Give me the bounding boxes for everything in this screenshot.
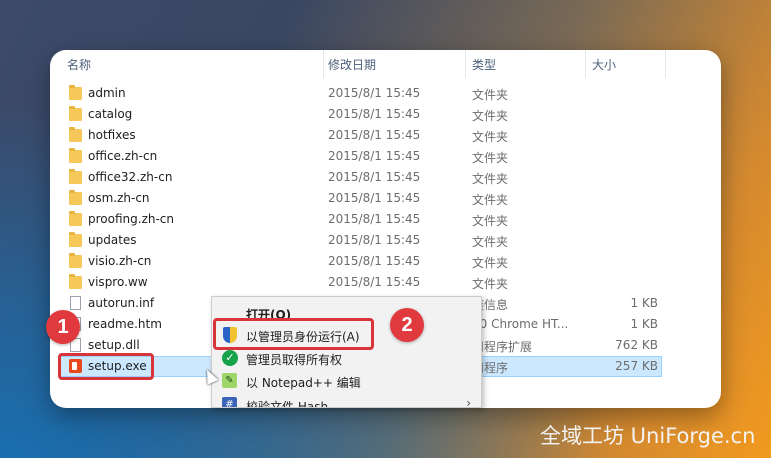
file-date: 2015/8/1 15:45 [328,212,421,226]
file-date: 2015/8/1 15:45 [328,128,421,142]
file-row[interactable]: catalog 2015/8/1 15:45 文件夹 [50,104,721,125]
file-date: 2015/8/1 15:45 [328,233,421,247]
folder-icon [69,148,82,163]
menu-item-edit-notepadpp[interactable]: ✎ 以 Notepad++ 编辑 [212,369,481,393]
file-name: osm.zh-cn [88,191,150,205]
file-type: 50 Chrome HT... [472,317,569,331]
file-row[interactable]: updates 2015/8/1 15:45 文件夹 [50,230,721,251]
file-row[interactable]: admin 2015/8/1 15:45 文件夹 [50,83,721,104]
file-name: readme.htm [88,317,162,331]
menu-item-hash[interactable]: # 校验文件 Hash › [212,393,481,408]
file-name: autorun.inf [88,296,155,310]
file-type: 文件夹 [472,109,509,123]
file-name: office.zh-cn [88,149,158,163]
file-name: hotfixes [88,128,136,142]
file-size: 1 KB [630,296,658,310]
file-date: 2015/8/1 15:45 [328,275,421,289]
column-header: ^ 名称 修改日期 类型 大小 [50,50,721,78]
file-row[interactable]: osm.zh-cn 2015/8/1 15:45 文件夹 [50,188,721,209]
folder-icon [69,232,82,247]
column-name[interactable]: 名称 [67,56,91,73]
file-row[interactable]: proofing.zh-cn 2015/8/1 15:45 文件夹 [50,209,721,230]
file-name: proofing.zh-cn [88,212,175,226]
file-type: 文件夹 [472,130,509,144]
watermark: 全域工坊 UniForge.cn [540,424,756,448]
menu-item-edit-notepadpp-label: 以 Notepad++ 编辑 [246,376,361,390]
file-type: 文件夹 [472,277,509,291]
chevron-right-icon: › [466,396,471,408]
column-size[interactable]: 大小 [592,56,616,73]
file-type: 文件夹 [472,151,509,165]
file-name: setup.dll [88,338,140,352]
hash-icon: # [222,397,237,407]
file-name: vispro.ww [88,275,148,289]
file-date: 2015/8/1 15:45 [328,191,421,205]
file-row[interactable]: office.zh-cn 2015/8/1 15:45 文件夹 [50,146,721,167]
menu-item-hash-label: 校验文件 Hash [246,400,329,408]
file-row[interactable]: hotfixes 2015/8/1 15:45 文件夹 [50,125,721,146]
file-size: 1 KB [630,317,658,331]
file-type: 文件夹 [472,88,509,102]
folder-icon [69,85,82,100]
highlight-setup-exe [58,353,154,380]
context-menu: 打开(O) 以管理员身份运行(A) ✓ 管理员取得所有权 ✎ 以 Notepad… [211,296,482,408]
file-name: catalog [88,107,133,121]
file-date: 2015/8/1 15:45 [328,86,421,100]
file-row[interactable]: office32.zh-cn 2015/8/1 15:45 文件夹 [50,167,721,188]
inf-file-icon [70,296,81,310]
folder-icon [69,253,82,268]
column-type[interactable]: 类型 [472,56,496,73]
file-size: 762 KB [615,338,658,352]
checkmark-shield-icon: ✓ [222,350,238,366]
file-row[interactable]: vispro.ww 2015/8/1 15:45 文件夹 [50,272,721,293]
folder-icon [69,169,82,184]
folder-icon [69,190,82,205]
menu-item-take-ownership-label: 管理员取得所有权 [246,353,343,367]
file-type: 文件夹 [472,256,509,270]
file-type: 文件夹 [472,172,509,186]
sort-ascending-icon: ^ [186,50,194,57]
file-date: 2015/8/1 15:45 [328,107,421,121]
file-type: 文件夹 [472,214,509,228]
file-size: 257 KB [615,359,658,373]
file-name: office32.zh-cn [88,170,173,184]
file-row[interactable]: visio.zh-cn 2015/8/1 15:45 文件夹 [50,251,721,272]
step-badge-2: 2 [390,308,424,342]
notepadpp-icon: ✎ [222,373,237,388]
file-name: updates [88,233,137,247]
file-name: visio.zh-cn [88,254,152,268]
column-modified[interactable]: 修改日期 [328,56,376,73]
file-date: 2015/8/1 15:45 [328,149,421,163]
folder-icon [69,127,82,142]
file-date: 2015/8/1 15:45 [328,254,421,268]
file-type: 文件夹 [472,193,509,207]
folder-icon [69,274,82,289]
step-badge-1: 1 [46,310,80,344]
file-date: 2015/8/1 15:45 [328,170,421,184]
file-name: admin [88,86,126,100]
folder-icon [69,106,82,121]
file-type: 文件夹 [472,235,509,249]
highlight-run-as-admin [213,318,374,350]
folder-icon [69,211,82,226]
